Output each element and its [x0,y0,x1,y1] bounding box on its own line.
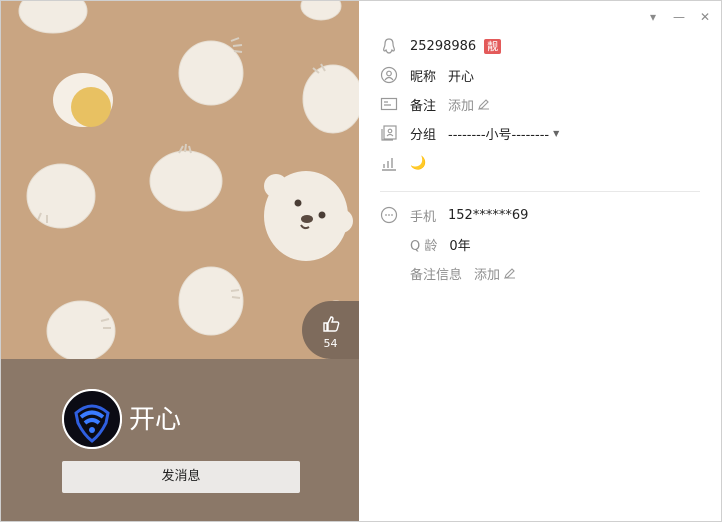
group-folder-icon [381,125,397,141]
qq-age-value: 0年 [449,238,471,254]
group-label: 分组 [410,127,437,143]
remark-row: 备注 添加 [380,94,491,114]
remark-info-row: 备注信息 添加 [380,263,517,283]
id-card-icon [380,97,398,111]
qq-number-row: 25298986 靓 [380,36,502,56]
nickname-label: 昵称 [410,69,437,85]
info-panel: ▾ — ✕ 25298986 靓 昵称 开心 备注 添加 分组 --------… [360,1,721,521]
wifi-shield-avatar-icon [62,389,122,449]
remark-label: 备注 [410,98,437,114]
bar-chart-icon [382,158,396,171]
edit-pencil-icon[interactable] [503,266,517,280]
phone-value: 152******69 [448,207,529,223]
minimize-button[interactable]: — [671,9,687,25]
penguin-icon [383,38,395,54]
profile-nickname: 开心 [129,405,182,435]
chevron-down-icon[interactable]: ▼ [553,129,559,138]
phone-label: 手机 [410,209,437,225]
level-moon-icon[interactable]: 🌙 [410,156,426,171]
edit-pencil-icon[interactable] [477,97,491,111]
group-select[interactable]: --------小号-------- [448,124,549,143]
like-button[interactable]: 54 [302,301,359,359]
phone-row: 手机 152******69 [380,205,528,225]
left-panel: 54 开心 发消息 [1,1,359,521]
remark-info-add-link[interactable]: 添加 [474,264,500,283]
close-button[interactable]: ✕ [697,9,713,25]
qq-age-row: Q 龄 0年 [380,234,471,254]
qq-age-label: Q 龄 [410,238,438,254]
avatar[interactable] [62,389,122,449]
pretty-number-badge: 靓 [484,38,502,54]
level-row: 🌙 [380,153,426,173]
divider [380,191,700,192]
like-count: 54 [323,337,338,350]
profile-card-window: 54 开心 发消息 ▾ — ✕ 25298986 靓 昵称 开心 备注 添加 分… [0,0,722,522]
remark-info-label: 备注信息 [410,267,463,283]
bear-face [264,171,353,261]
dropdown-menu-button[interactable]: ▾ [645,9,661,25]
thumbs-up-icon [322,316,339,332]
more-dots-icon [380,206,398,224]
profile-footer [1,359,359,521]
remark-add-link[interactable]: 添加 [448,95,474,114]
qq-number: 25298986 [410,38,477,54]
nickname-row: 昵称 开心 [380,65,474,85]
send-message-button[interactable]: 发消息 [62,461,300,493]
group-row: 分组 --------小号-------- ▼ [380,123,559,143]
window-controls: ▾ — ✕ [645,9,713,25]
nickname-value: 开心 [448,69,475,85]
user-icon [380,66,398,84]
